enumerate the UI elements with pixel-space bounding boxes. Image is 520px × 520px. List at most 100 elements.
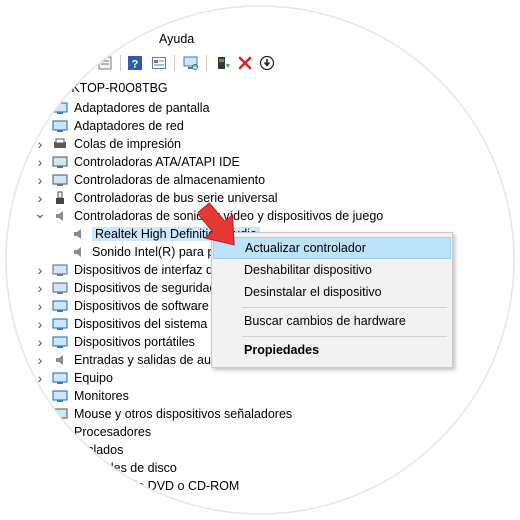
tree-category-item[interactable]: › Dispositivos portátiles: [34, 333, 195, 351]
chevron-right-icon[interactable]: ›: [34, 405, 46, 423]
chevron-right-icon[interactable]: ›: [34, 171, 46, 189]
chevron-right-icon[interactable]: ›: [34, 369, 46, 387]
tree-item-label: Procesadores: [74, 425, 152, 439]
menu-item-uninstall-device[interactable]: Desinstalar el dispositivo: [213, 281, 451, 303]
tree-category-item[interactable]: › Colas de impresión: [34, 135, 181, 153]
tree-item-label: Controladoras de bus serie universal: [74, 191, 278, 205]
tree-item-label: Teclados: [74, 443, 124, 457]
tree-category-item[interactable]: › Monitores: [34, 387, 129, 405]
tree-category-item[interactable]: › Equipo: [34, 369, 113, 387]
chevron-right-icon[interactable]: ›: [34, 153, 46, 171]
toolbar-separator: [120, 55, 121, 71]
mouse-icon: [52, 407, 68, 421]
menu-item-label: Propiedades: [244, 343, 320, 357]
tree-category-item[interactable]: › Adaptadores de pantalla: [34, 99, 210, 117]
view-details-icon[interactable]: [150, 54, 168, 72]
menu-item-label: Deshabilitar dispositivo: [244, 263, 372, 277]
menu-item-update-driver[interactable]: Actualizar controlador: [213, 237, 451, 259]
speaker-icon: [70, 245, 86, 259]
chevron-right-icon[interactable]: ›: [34, 333, 46, 351]
tree-category-item[interactable]: › Dispositivos del sistema: [34, 315, 208, 333]
tree-item-label: Entradas y salidas de audio: [74, 353, 228, 367]
back-icon[interactable]: [72, 54, 90, 72]
tree-category-item[interactable]: › Procesadores: [34, 423, 151, 441]
tree-item-label: Controladoras de almacenamiento: [74, 173, 266, 187]
uninstall-x-icon[interactable]: [236, 54, 254, 72]
download-circle-icon[interactable]: [258, 54, 276, 72]
tree-item-label: Unidades de disco: [74, 461, 177, 475]
monitor-icon: [52, 389, 68, 403]
processor-icon: [52, 425, 68, 439]
hid-icon: [52, 263, 68, 277]
chevron-right-icon[interactable]: ›: [34, 297, 46, 315]
chevron-right-icon[interactable]: ›: [34, 423, 46, 441]
scan-hardware-icon[interactable]: [182, 54, 200, 72]
chevron-right-icon[interactable]: ›: [34, 99, 46, 117]
chevron-right-icon[interactable]: ›: [34, 261, 46, 279]
menu-item-properties[interactable]: Propiedades: [213, 339, 451, 361]
tree-category-item[interactable]: › Controladoras ATA/ATAPI IDE: [34, 153, 240, 171]
printer-icon: [52, 137, 68, 151]
storage-controller-icon: [52, 173, 68, 187]
tree-category-item[interactable]: › Dispositivos de software: [34, 297, 209, 315]
toolbar-separator: [174, 55, 175, 71]
chevron-right-icon[interactable]: ›: [34, 387, 46, 405]
context-menu: Actualizar controlador Deshabilitar disp…: [211, 232, 453, 368]
usb-icon: [52, 191, 68, 205]
properties-sheet-icon[interactable]: [96, 54, 114, 72]
tree-category-item[interactable]: › Entradas y salidas de audio: [34, 351, 228, 369]
keyboard-icon: [52, 443, 68, 457]
speaker-icon: [70, 227, 86, 241]
menu-item-disable-device[interactable]: Deshabilitar dispositivo: [213, 259, 451, 281]
disk-drive-icon: [52, 461, 68, 475]
help-icon[interactable]: ?: [126, 54, 144, 72]
menu-bar: er Ayuda: [0, 29, 520, 49]
update-driver-icon[interactable]: [214, 54, 232, 72]
tree-category-item[interactable]: › Adaptadores de red: [34, 117, 184, 135]
menu-item-scan-hardware[interactable]: Buscar cambios de hardware: [213, 310, 451, 332]
computer-name-label: SKTOP-R0O8TBG: [63, 81, 168, 95]
tree-category-item[interactable]: › Controladoras de almacenamiento: [34, 171, 265, 189]
tree-item-label: Dispositivos del sistema: [74, 317, 208, 331]
menu-ver[interactable]: er: [117, 32, 128, 46]
tree-item-label: Monitores: [74, 389, 129, 403]
tree-category-item[interactable]: › Dispositivos de seguridad: [34, 279, 217, 297]
security-device-icon: [52, 281, 68, 295]
chevron-right-icon[interactable]: ›: [34, 117, 46, 135]
toolbar-separator: [206, 55, 207, 71]
tree-category-item[interactable]: › Mouse y otros dispositivos señaladores: [34, 405, 293, 423]
svg-text:?: ?: [132, 59, 139, 71]
portable-device-icon: [52, 335, 68, 349]
chevron-down-icon[interactable]: ⌄: [34, 204, 46, 222]
tree-category-item[interactable]: › Teclados: [34, 441, 124, 459]
computer-icon: [52, 371, 68, 385]
menu-separator: [242, 336, 447, 337]
display-adapter-icon: [52, 101, 68, 115]
computer-root[interactable]: SKTOP-R0O8TBG: [63, 79, 168, 97]
tree-item-label: Adaptadores de pantalla: [74, 101, 210, 115]
menu-separator: [242, 307, 447, 308]
tree-item-label: Unidades de DVD o CD-ROM: [74, 479, 240, 493]
chevron-right-icon[interactable]: ›: [34, 351, 46, 369]
tree-item-label: Dispositivos portátiles: [74, 335, 195, 349]
audio-io-icon: [52, 353, 68, 367]
chevron-right-icon[interactable]: ›: [34, 315, 46, 333]
ide-controller-icon: [52, 155, 68, 169]
software-device-icon: [52, 299, 68, 313]
chevron-right-icon[interactable]: ›: [34, 135, 46, 153]
menu-item-label: Desinstalar el dispositivo: [244, 285, 382, 299]
chevron-right-icon[interactable]: ›: [34, 441, 46, 459]
system-device-icon: [52, 317, 68, 331]
toolbar: ?: [0, 50, 520, 76]
tree-category-item[interactable]: › Unidades de disco: [34, 459, 177, 477]
tree-category-item[interactable]: › Unidades de DVD o CD-ROM: [34, 477, 240, 495]
chevron-right-icon[interactable]: ›: [34, 279, 46, 297]
speaker-icon: [52, 209, 68, 223]
chevron-right-icon[interactable]: ›: [34, 459, 46, 477]
tree-item-label: Adaptadores de red: [74, 119, 184, 133]
menu-item-label: Actualizar controlador: [245, 241, 366, 255]
menu-ayuda[interactable]: Ayuda: [159, 32, 194, 46]
chevron-right-icon[interactable]: ›: [34, 477, 46, 495]
tree-item-label: Equipo: [74, 371, 113, 385]
dvd-drive-icon: [52, 479, 68, 493]
